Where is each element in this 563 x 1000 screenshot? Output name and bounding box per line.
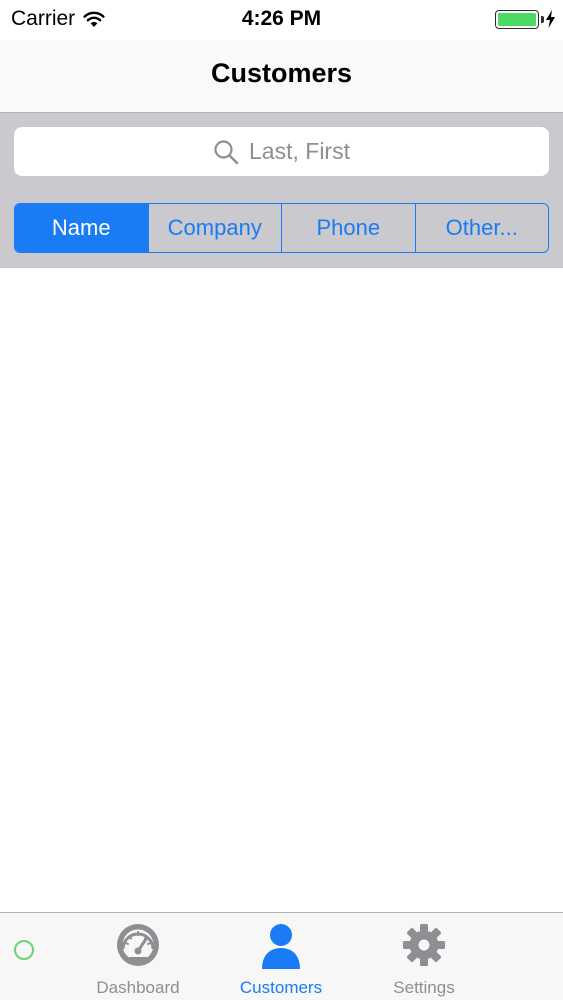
tab-settings-label: Settings [393, 978, 455, 997]
search-bar-container: Last, First Name Company Phone Other... [0, 113, 563, 268]
gear-icon [403, 924, 445, 966]
tab-bar: Dashboard Customers Settings [0, 912, 563, 1000]
scope-segment-other[interactable]: Other... [414, 204, 549, 252]
scope-segment-name[interactable]: Name [15, 204, 148, 252]
customers-screen: Carrier 4:26 PM Customers Last, First Na… [0, 0, 563, 1000]
search-scope-control: Name Company Phone Other... [14, 203, 549, 253]
charging-bolt-icon [546, 10, 555, 28]
battery-level-fill [498, 13, 536, 26]
search-input[interactable]: Last, First [14, 127, 549, 176]
tab-dashboard[interactable]: Dashboard [63, 921, 213, 1000]
navigation-bar: Customers [0, 40, 563, 113]
tab-settings[interactable]: Settings [349, 921, 499, 1000]
page-title: Customers [210, 58, 353, 88]
battery-icon [495, 10, 539, 29]
tab-customers[interactable]: Customers [206, 921, 356, 1000]
status-bar: Carrier 4:26 PM [0, 0, 563, 40]
activity-indicator-icon [14, 940, 34, 960]
search-icon [214, 139, 239, 164]
gauge-icon [117, 924, 159, 966]
battery-tip [541, 16, 544, 23]
search-placeholder: Last, First [249, 138, 350, 164]
scope-segment-phone[interactable]: Phone [281, 204, 415, 252]
person-icon [262, 924, 300, 969]
status-time: 4:26 PM [241, 7, 322, 30]
customer-list[interactable] [0, 268, 563, 912]
tab-customers-label: Customers [239, 978, 323, 997]
tab-dashboard-label: Dashboard [96, 978, 180, 997]
scope-segment-company[interactable]: Company [147, 204, 282, 252]
